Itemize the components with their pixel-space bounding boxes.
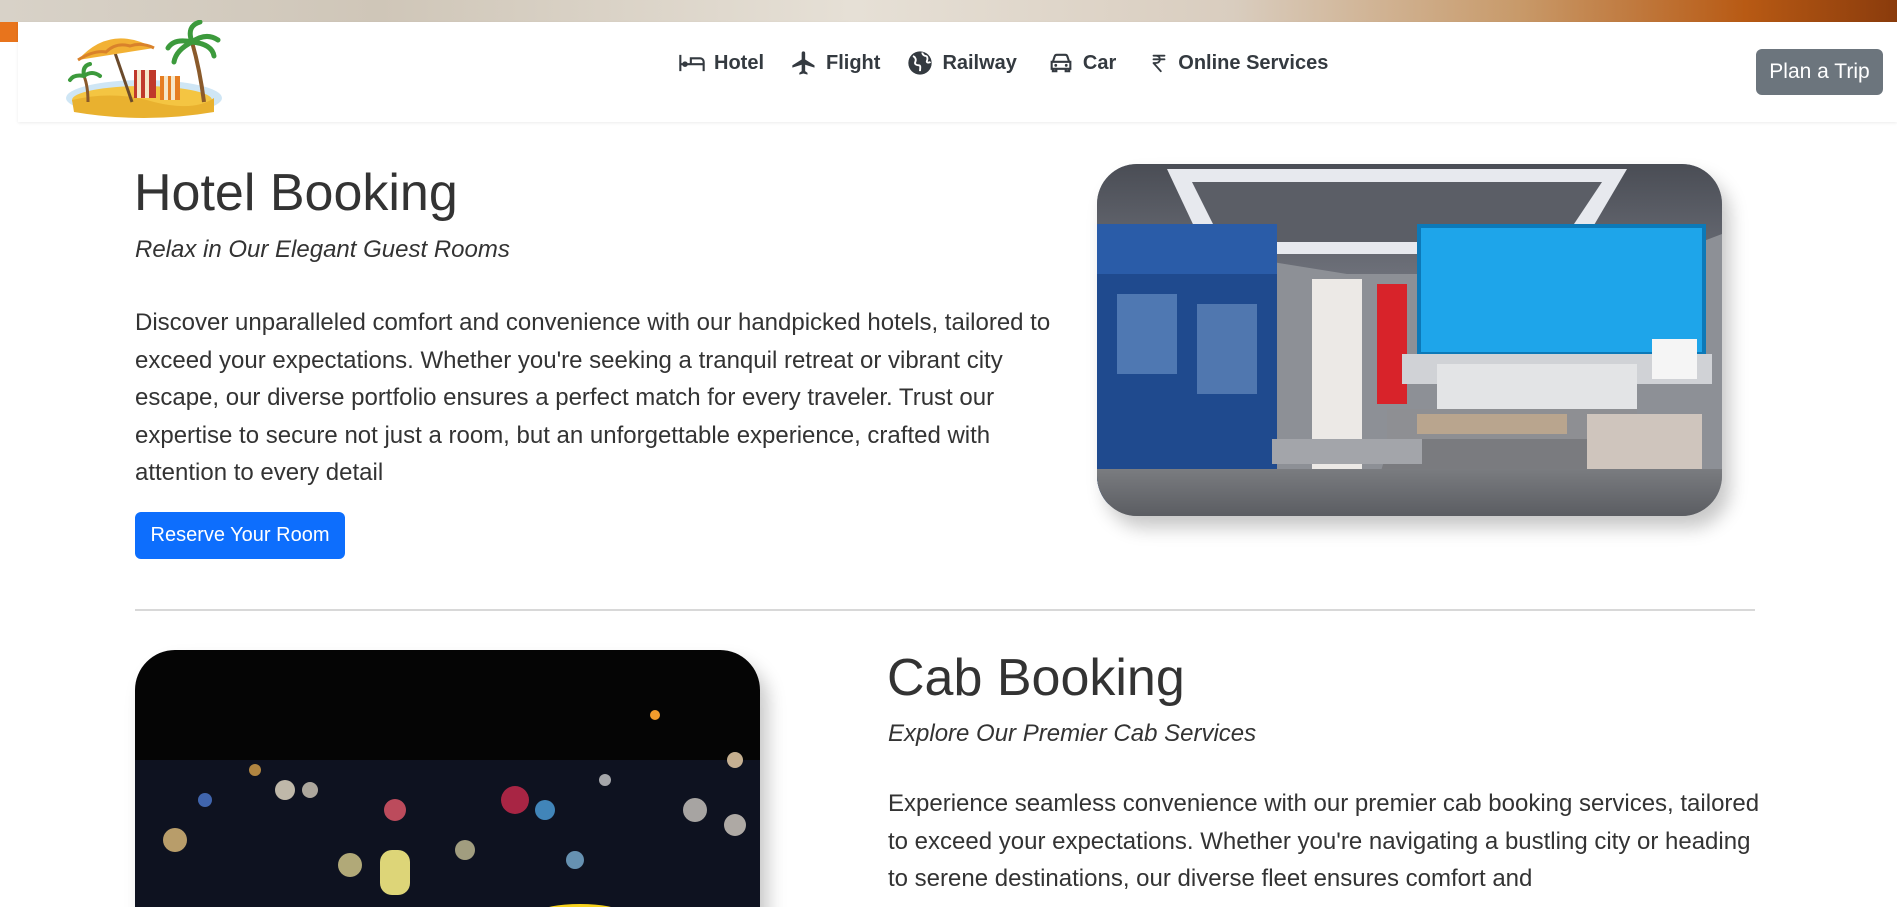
cab-title: Cab Booking xyxy=(887,649,1185,707)
nav-item-online-services[interactable]: Online Services xyxy=(1148,48,1328,78)
section-divider xyxy=(135,609,1755,611)
nav-item-car[interactable]: Car xyxy=(1047,48,1116,78)
cab-night-image xyxy=(135,650,760,907)
rupee-icon xyxy=(1152,54,1166,73)
navbar: Hotel Flight Railway Car Online Services… xyxy=(18,20,1897,122)
cab-night-photo xyxy=(135,650,760,907)
nav-item-label: Online Services xyxy=(1178,51,1329,74)
cab-subtitle: Explore Our Premier Cab Services xyxy=(888,720,1257,747)
hotel-subtitle: Relax in Our Elegant Guest Rooms xyxy=(135,236,510,263)
airplane-icon xyxy=(792,51,815,75)
hero-accent xyxy=(0,22,18,42)
nav-links: Hotel Flight Railway Car Online Services xyxy=(678,48,1354,78)
nav-item-hotel[interactable]: Hotel xyxy=(678,48,764,78)
bed-icon xyxy=(679,54,705,72)
hotel-room-image xyxy=(1097,164,1722,516)
globe-icon xyxy=(908,51,933,75)
nav-item-label: Hotel xyxy=(714,51,764,74)
plan-a-trip-button[interactable]: Plan a Trip xyxy=(1756,49,1883,95)
car-icon xyxy=(1050,53,1072,73)
hotel-room-photo xyxy=(1097,164,1722,516)
hotel-title: Hotel Booking xyxy=(134,164,458,222)
nav-item-label: Railway xyxy=(942,51,1017,74)
nav-item-label: Car xyxy=(1082,51,1117,74)
nav-item-label: Flight xyxy=(826,51,881,74)
nav-item-railway[interactable]: Railway xyxy=(906,48,1017,78)
nav-item-flight[interactable]: Flight xyxy=(790,48,880,78)
hotel-description: Discover unparalleled comfort and conven… xyxy=(135,309,1051,486)
beach-logo-icon[interactable] xyxy=(54,20,234,122)
cab-description: Experience seamless convenience with our… xyxy=(888,790,1760,892)
reserve-room-button[interactable]: Reserve Your Room xyxy=(135,512,345,559)
